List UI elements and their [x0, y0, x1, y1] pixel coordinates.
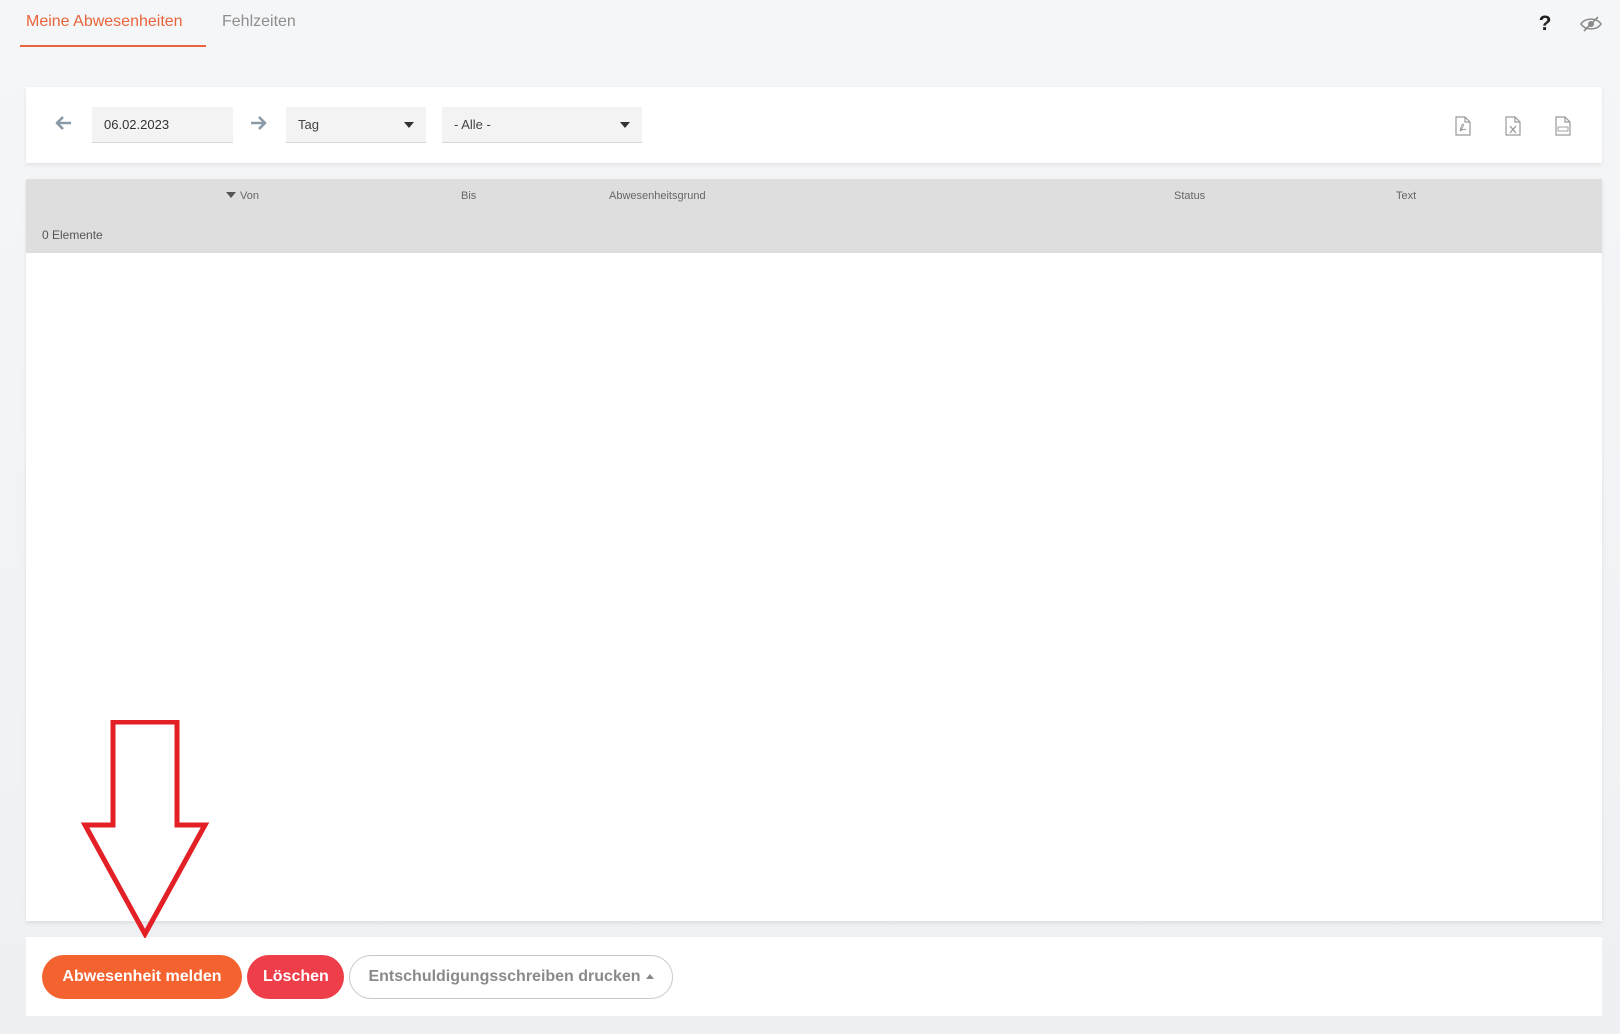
column-label: Text	[1396, 190, 1417, 202]
tab-label: Meine Abwesenheiten	[26, 13, 183, 30]
sort-desc-icon	[226, 192, 236, 198]
export-excel-icon[interactable]	[1505, 116, 1521, 136]
column-label: Status	[1174, 190, 1206, 202]
export-pdf-icon[interactable]	[1455, 116, 1471, 136]
period-select-value: Tag	[298, 117, 319, 132]
export-csv-icon[interactable]	[1555, 116, 1571, 136]
tab-fehlzeiten[interactable]: Fehlzeiten	[206, 0, 316, 47]
tab-label: Fehlzeiten	[222, 13, 296, 30]
chevron-up-icon	[645, 974, 654, 979]
print-excuse-letter-button[interactable]: Entschuldigungsschreiben drucken	[349, 955, 673, 999]
table-header: Von Bis Abwesenheitsgrund Status Text	[26, 179, 1602, 217]
reason-filter-value: - Alle -	[454, 117, 491, 132]
period-select[interactable]: Tag	[286, 107, 426, 143]
next-date-arrow-icon[interactable]	[249, 114, 267, 132]
date-input[interactable]	[92, 107, 233, 143]
column-header-status[interactable]: Status	[1174, 190, 1205, 202]
header-actions: ?	[1536, 12, 1602, 36]
item-count-label: 0 Elemente	[42, 228, 103, 242]
column-label: Von	[240, 190, 259, 202]
column-header-text[interactable]: Text	[1396, 190, 1416, 202]
column-header-abwesenheitsgrund[interactable]: Abwesenheitsgrund	[609, 190, 706, 202]
print-excuse-letter-label: Entschuldigungsschreiben drucken	[368, 968, 641, 985]
column-label: Abwesenheitsgrund	[609, 190, 706, 202]
chevron-down-icon	[404, 122, 414, 128]
reason-filter-select[interactable]: - Alle -	[442, 107, 642, 143]
absence-page: Meine Abwesenheiten Fehlzeiten ? Tag - A…	[0, 0, 1620, 1034]
absence-table: Von Bis Abwesenheitsgrund Status Text 0 …	[26, 179, 1602, 921]
column-header-bis[interactable]: Bis	[461, 190, 476, 202]
filter-toolbar: Tag - Alle -	[26, 87, 1602, 163]
report-absence-button[interactable]: Abwesenheit melden	[42, 955, 242, 999]
action-footer: Abwesenheit melden Löschen Entschuldigun…	[26, 937, 1602, 1016]
help-icon[interactable]: ?	[1536, 12, 1554, 36]
eye-slash-icon[interactable]	[1580, 16, 1602, 32]
column-header-von[interactable]: Von	[226, 190, 259, 202]
tab-meine-abwesenheiten[interactable]: Meine Abwesenheiten	[10, 0, 206, 47]
delete-button[interactable]: Löschen	[247, 955, 344, 999]
item-count: 0 Elemente	[26, 217, 1602, 253]
previous-date-arrow-icon[interactable]	[55, 114, 73, 132]
chevron-down-icon	[620, 122, 630, 128]
column-label: Bis	[461, 190, 477, 202]
